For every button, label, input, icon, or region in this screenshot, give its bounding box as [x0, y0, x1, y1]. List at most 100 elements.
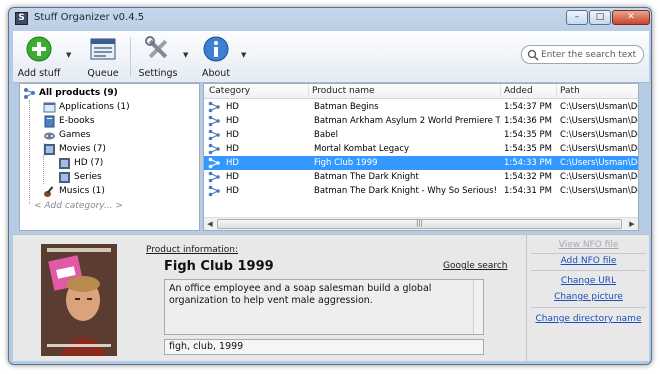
change-directory-name-link[interactable]: Change directory name [527, 314, 650, 324]
cell-product-name: Mortal Kombat Legacy [314, 144, 410, 154]
tags-field[interactable]: figh, club, 1999 [164, 339, 484, 355]
app-logo-icon: S [15, 12, 28, 25]
book-icon [44, 115, 55, 128]
settings-button[interactable]: Settings [135, 33, 181, 81]
product-detail-pane: Product information: Figh Club 1999 Goog… [13, 234, 650, 362]
product-list: Category Product name Added Path HD Batma… [203, 83, 639, 231]
google-search-link[interactable]: Google search [443, 261, 508, 271]
description-text: An office employee and a soap salesman b… [169, 283, 432, 306]
column-divider[interactable] [556, 84, 557, 99]
description-textarea[interactable]: An office employee and a soap salesman b… [164, 279, 484, 335]
movie-poster-image [41, 244, 117, 356]
cell-added: 1:54:37 PM [504, 102, 552, 112]
cell-added: 1:54:33 PM [504, 158, 552, 168]
table-row[interactable]: HD Batman Begins 1:54:37 PM C:\Users\Usman\… [204, 100, 638, 114]
film-icon [44, 144, 55, 155]
add-stuff-label: Add stuff [17, 68, 61, 79]
actions-divider [531, 270, 646, 271]
cell-product-name: Figh Club 1999 [314, 158, 378, 168]
category-tree-icon [208, 171, 220, 183]
table-row[interactable]: HD Batman Arkham Asylum 2 World Premiere … [204, 114, 638, 128]
gamepad-icon [44, 132, 55, 140]
title-bar[interactable]: S Stuff Organizer v0.4.5 – □ ✕ [9, 8, 651, 30]
tools-icon [145, 36, 168, 59]
category-tree-icon [208, 129, 220, 141]
change-url-link[interactable]: Change URL [527, 276, 650, 286]
film-icon [59, 158, 70, 169]
description-scrollbar[interactable] [473, 280, 483, 334]
table-row[interactable]: HD Mortal Kombat Legacy 1:54:35 PM C:\Users… [204, 142, 638, 156]
maximize-button[interactable]: □ [589, 10, 611, 25]
category-tree: All products (9) Applications (1) E-book… [19, 83, 200, 231]
table-row[interactable]: HD Batman The Dark Knight - Why So Seriou… [204, 184, 638, 198]
column-divider[interactable] [308, 84, 309, 99]
settings-label: Settings [138, 68, 178, 79]
product-info-label: Product information: [146, 245, 239, 255]
tags-text: figh, club, 1999 [169, 341, 244, 352]
table-row[interactable]: HD Batman The Dark Knight 1:54:32 PM C:\Use… [204, 170, 638, 184]
about-dropdown-icon[interactable]: ▼ [241, 51, 246, 59]
cell-added: 1:54:32 PM [504, 172, 552, 182]
product-title: Figh Club 1999 [164, 259, 274, 274]
minimize-button[interactable]: – [566, 10, 588, 25]
guitar-icon [44, 186, 54, 197]
add-stuff-dropdown-icon[interactable]: ▼ [66, 51, 71, 59]
cell-added: 1:54:31 PM [504, 186, 552, 196]
search-input[interactable] [541, 48, 641, 61]
queue-button[interactable]: Queue [81, 33, 125, 81]
info-icon [203, 36, 229, 62]
window-title: Stuff Organizer v0.4.5 [34, 12, 145, 23]
network-icon [24, 88, 35, 99]
scroll-right-icon[interactable]: ▶ [627, 219, 637, 229]
queue-label: Queue [87, 68, 119, 79]
table-row[interactable]: HD Figh Club 1999 1:54:33 PM C:\Users\Usman… [204, 156, 638, 170]
cell-category: HD [226, 102, 239, 112]
settings-dropdown-icon[interactable]: ▼ [183, 51, 188, 59]
tree-connector [29, 100, 30, 204]
cell-path: C:\Users\Usman\De... [560, 102, 638, 112]
cell-path: C:\Users\Usman\De... [560, 144, 638, 154]
table-row[interactable]: HD Babel 1:54:35 PM C:\Users\Usman\De... [204, 128, 638, 142]
column-header-category[interactable]: Category [209, 86, 250, 96]
cell-category: HD [226, 158, 239, 168]
cell-added: 1:54:35 PM [504, 144, 552, 154]
horizontal-scrollbar[interactable]: ◀ ||| ▶ [204, 217, 638, 230]
scroll-left-icon[interactable]: ◀ [205, 219, 215, 229]
film-icon [59, 172, 70, 183]
cell-category: HD [226, 172, 239, 182]
category-tree-icon [208, 157, 220, 169]
close-button[interactable]: ✕ [612, 10, 650, 25]
scroll-thumb[interactable]: ||| [217, 219, 622, 229]
cell-category: HD [226, 144, 239, 154]
change-picture-link[interactable]: Change picture [527, 292, 650, 302]
cell-category: HD [226, 116, 239, 126]
column-divider[interactable] [500, 84, 501, 99]
column-header-product-name[interactable]: Product name [312, 86, 375, 96]
cell-category: HD [226, 186, 239, 196]
cell-product-name: Batman Begins [314, 102, 379, 112]
cell-added: 1:54:35 PM [504, 130, 552, 140]
cell-path: C:\Users\Usman\De... [560, 130, 638, 140]
category-tree-icon [208, 143, 220, 155]
column-header-path[interactable]: Path [560, 86, 580, 96]
queue-window-icon [90, 38, 116, 60]
cell-added: 1:54:36 PM [504, 116, 552, 126]
list-header: Category Product name Added Path [204, 84, 638, 99]
cell-path: C:\Users\Usman\De... [560, 116, 638, 126]
search-icon [527, 49, 539, 61]
column-header-added[interactable]: Added [504, 86, 533, 96]
actions-divider [531, 307, 646, 308]
cell-path: C:\Users\Usman\De... [560, 158, 638, 168]
cell-product-name: Batman The Dark Knight - Why So Serious! [314, 186, 497, 196]
cell-path: C:\Users\Usman\De... [560, 172, 638, 182]
category-tree-icon [208, 101, 220, 113]
add-stuff-button[interactable]: Add stuff [17, 33, 61, 81]
cell-path: C:\Users\Usman\De... [560, 186, 638, 196]
add-nfo-link[interactable]: Add NFO file [527, 256, 650, 266]
search-box[interactable] [521, 45, 644, 64]
cell-product-name: Babel [314, 130, 339, 140]
tree-item-movies[interactable]: Movies (7) [43, 143, 106, 156]
about-button[interactable]: About [196, 33, 236, 81]
view-nfo-link[interactable]: View NFO file [527, 240, 650, 250]
application-icon [43, 102, 56, 113]
